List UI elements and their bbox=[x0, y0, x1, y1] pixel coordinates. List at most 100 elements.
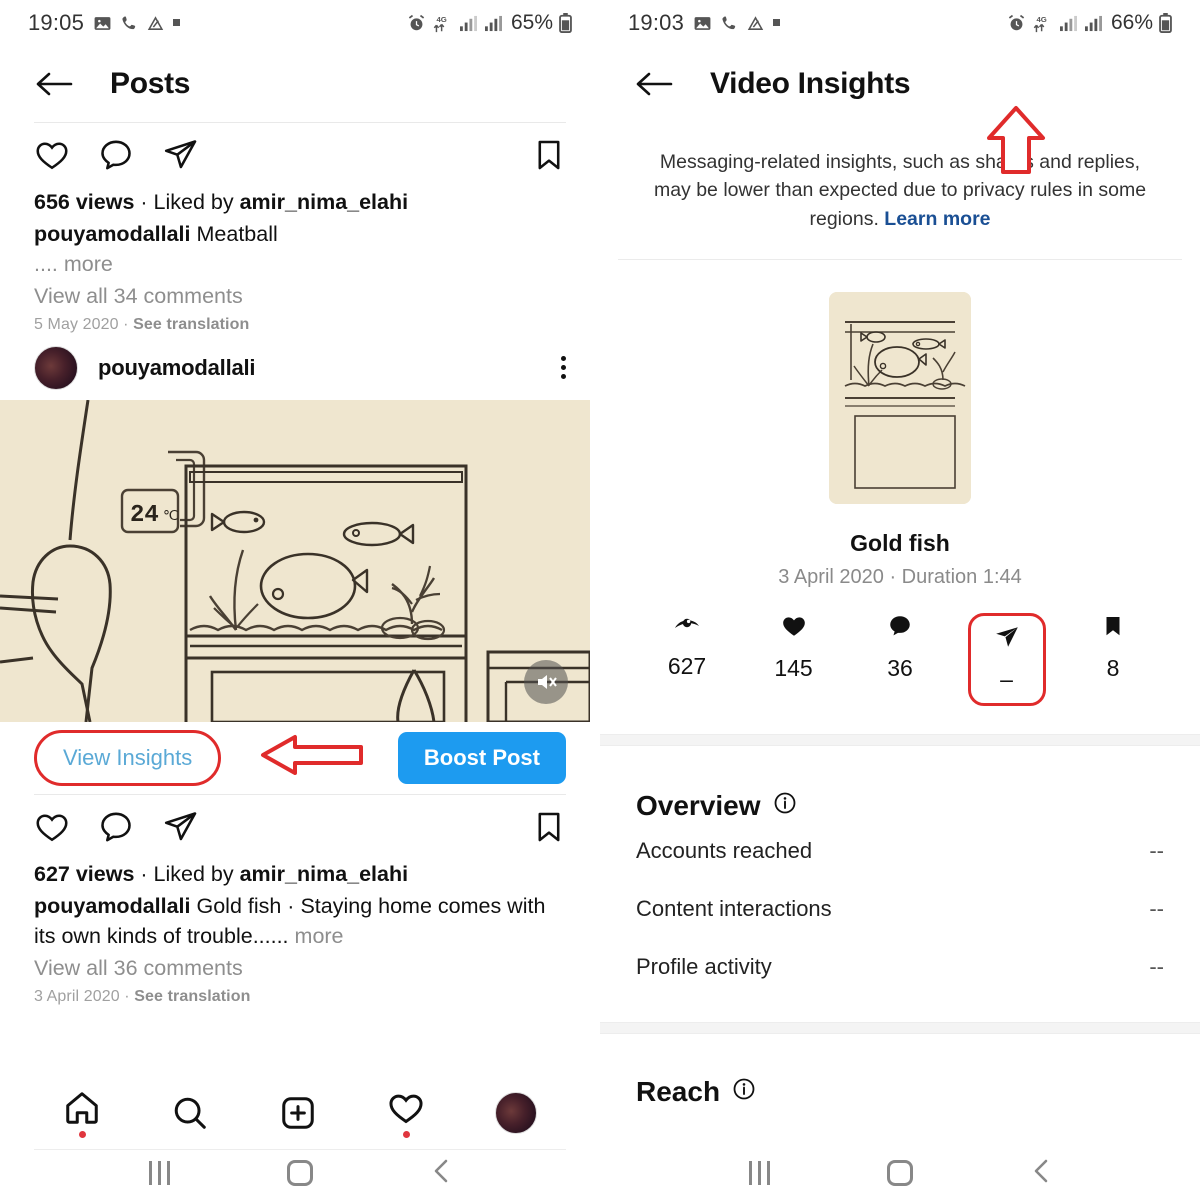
video-title: Gold fish bbox=[850, 530, 950, 557]
video-subtitle: 3 April 2020 · Duration 1:44 bbox=[600, 566, 1200, 589]
kebab-menu-icon[interactable] bbox=[561, 356, 566, 380]
signal-icon bbox=[459, 15, 478, 32]
stat-likes[interactable]: 145 bbox=[755, 613, 833, 706]
overview-title-text: Overview bbox=[636, 790, 761, 822]
see-translation-link[interactable]: See translation bbox=[134, 988, 250, 1005]
see-translation-link[interactable]: See translation bbox=[133, 316, 249, 333]
page-title: Posts bbox=[110, 67, 191, 100]
recents-icon[interactable] bbox=[148, 1161, 170, 1185]
post-caption: pouyamodallali Meatball bbox=[34, 219, 566, 249]
status-time: 19:03 bbox=[628, 10, 685, 35]
post-meta-top: 656 views · Liked by amir_nima_elahi pou… bbox=[0, 184, 600, 334]
more-link[interactable]: more bbox=[64, 252, 113, 276]
views-count: 656 views bbox=[34, 190, 135, 214]
privacy-notice: Messaging-related insights, such as shar… bbox=[600, 122, 1200, 233]
overview-row[interactable]: Content interactions -- bbox=[636, 880, 1164, 938]
comment-icon[interactable] bbox=[98, 137, 134, 178]
back-icon[interactable] bbox=[430, 1157, 452, 1190]
likes-separator: · Liked by bbox=[134, 861, 240, 886]
alarm-icon bbox=[1007, 14, 1026, 33]
overview-row[interactable]: Profile activity -- bbox=[636, 938, 1164, 996]
video-duration: Duration 1:44 bbox=[901, 566, 1022, 589]
more-link[interactable]: more bbox=[295, 924, 344, 948]
red-up-arrow-annotation bbox=[985, 104, 1047, 181]
video-date: 3 April 2020 bbox=[778, 566, 884, 589]
back-arrow-icon[interactable] bbox=[634, 64, 674, 104]
like-heart-icon[interactable] bbox=[34, 809, 70, 850]
signal-icon bbox=[1059, 15, 1078, 32]
caption-username[interactable]: pouyamodallali bbox=[34, 894, 191, 918]
view-insights-highlight: View Insights bbox=[34, 729, 222, 786]
share-paperplane-icon[interactable] bbox=[162, 137, 198, 178]
info-icon[interactable] bbox=[732, 1076, 756, 1108]
signal-icon bbox=[1084, 15, 1103, 32]
row-value: -- bbox=[1149, 838, 1164, 864]
tab-search[interactable] bbox=[171, 1094, 209, 1132]
dot-icon bbox=[173, 19, 181, 27]
home-icon[interactable] bbox=[886, 1160, 913, 1186]
dot-icon bbox=[773, 19, 781, 27]
post-actions-bottom bbox=[0, 795, 600, 856]
liked-by-user[interactable]: amir_nima_elahi bbox=[240, 862, 409, 886]
liked-by-user[interactable]: amir_nima_elahi bbox=[240, 190, 409, 214]
battery-icon bbox=[559, 13, 572, 33]
caption-username[interactable]: pouyamodallali bbox=[34, 222, 191, 246]
red-left-arrow-annotation bbox=[257, 730, 367, 785]
post-meta-bottom: 627 views · Liked by amir_nima_elahi pou… bbox=[0, 856, 600, 1006]
app-bar-right: Video Insights bbox=[600, 46, 1200, 122]
stat-comments[interactable]: 36 bbox=[861, 613, 939, 706]
stat-saves[interactable]: 8 bbox=[1074, 613, 1152, 706]
post-actions-top bbox=[0, 123, 600, 184]
tab-activity[interactable] bbox=[387, 1089, 425, 1138]
section-band bbox=[600, 1022, 1200, 1035]
profile-avatar[interactable] bbox=[495, 1092, 537, 1134]
tab-home[interactable] bbox=[63, 1089, 101, 1138]
boost-post-button[interactable]: Boost Post bbox=[397, 731, 566, 784]
avatar[interactable] bbox=[34, 345, 78, 390]
svg-text:℃: ℃ bbox=[163, 507, 179, 523]
notification-dot bbox=[78, 1130, 86, 1138]
share-paperplane-icon[interactable] bbox=[162, 809, 198, 850]
left-screen-posts: 19:05 4G 65% Posts 656 views · Liked by … bbox=[0, 0, 600, 1200]
right-screen-video-insights: 19:03 4G 66% Video Insights Messaging-re… bbox=[600, 0, 1200, 1200]
heart-filled-icon bbox=[780, 613, 808, 644]
learn-more-link[interactable]: Learn more bbox=[884, 208, 990, 230]
data-transfer-icon: 4G bbox=[432, 14, 453, 33]
bookmark-icon[interactable] bbox=[532, 810, 566, 849]
recents-icon[interactable] bbox=[748, 1161, 770, 1185]
adblock-icon bbox=[147, 15, 164, 32]
image-icon bbox=[693, 14, 712, 33]
post-author-username[interactable]: pouyamodallali bbox=[98, 355, 256, 381]
tab-profile[interactable] bbox=[495, 1092, 537, 1134]
home-icon[interactable] bbox=[286, 1160, 313, 1186]
comment-icon[interactable] bbox=[98, 809, 134, 850]
reach-title-text: Reach bbox=[636, 1076, 721, 1108]
caption-truncation: .... more bbox=[34, 249, 566, 279]
app-bar-left: Posts bbox=[0, 46, 600, 122]
row-label: Profile activity bbox=[636, 954, 772, 980]
back-arrow-icon[interactable] bbox=[34, 64, 74, 104]
section-band bbox=[600, 734, 1200, 747]
back-icon[interactable] bbox=[1030, 1157, 1052, 1190]
svg-text:24: 24 bbox=[130, 502, 159, 529]
android-nav-bar bbox=[600, 1146, 1200, 1200]
views-and-likes: 627 views · Liked by amir_nima_elahi bbox=[34, 860, 566, 890]
info-icon[interactable] bbox=[773, 790, 797, 822]
post-date-row: 5 May 2020 · See translation bbox=[34, 316, 566, 334]
view-insights-button[interactable]: View Insights bbox=[59, 743, 196, 773]
bookmark-icon[interactable] bbox=[532, 138, 566, 177]
overview-row[interactable]: Accounts reached -- bbox=[636, 822, 1164, 880]
video-stats-row: 627 145 36 – 8 bbox=[600, 589, 1200, 707]
view-comments-link[interactable]: View all 36 comments bbox=[34, 956, 566, 981]
stat-shares[interactable]: – bbox=[967, 613, 1046, 707]
view-comments-link[interactable]: View all 34 comments bbox=[34, 284, 566, 309]
video-thumbnail[interactable] bbox=[829, 292, 971, 505]
post-date: 3 April 2020 bbox=[34, 987, 120, 1005]
post-photo-aquarium[interactable]: 24 ℃ bbox=[0, 399, 590, 722]
stat-plays[interactable]: 627 bbox=[648, 613, 726, 706]
mute-icon[interactable] bbox=[524, 659, 568, 704]
like-heart-icon[interactable] bbox=[34, 137, 70, 178]
svg-text:4G: 4G bbox=[1036, 14, 1046, 23]
tab-add-post[interactable] bbox=[279, 1094, 317, 1132]
post-date-row: 3 April 2020 · See translation bbox=[34, 988, 566, 1006]
